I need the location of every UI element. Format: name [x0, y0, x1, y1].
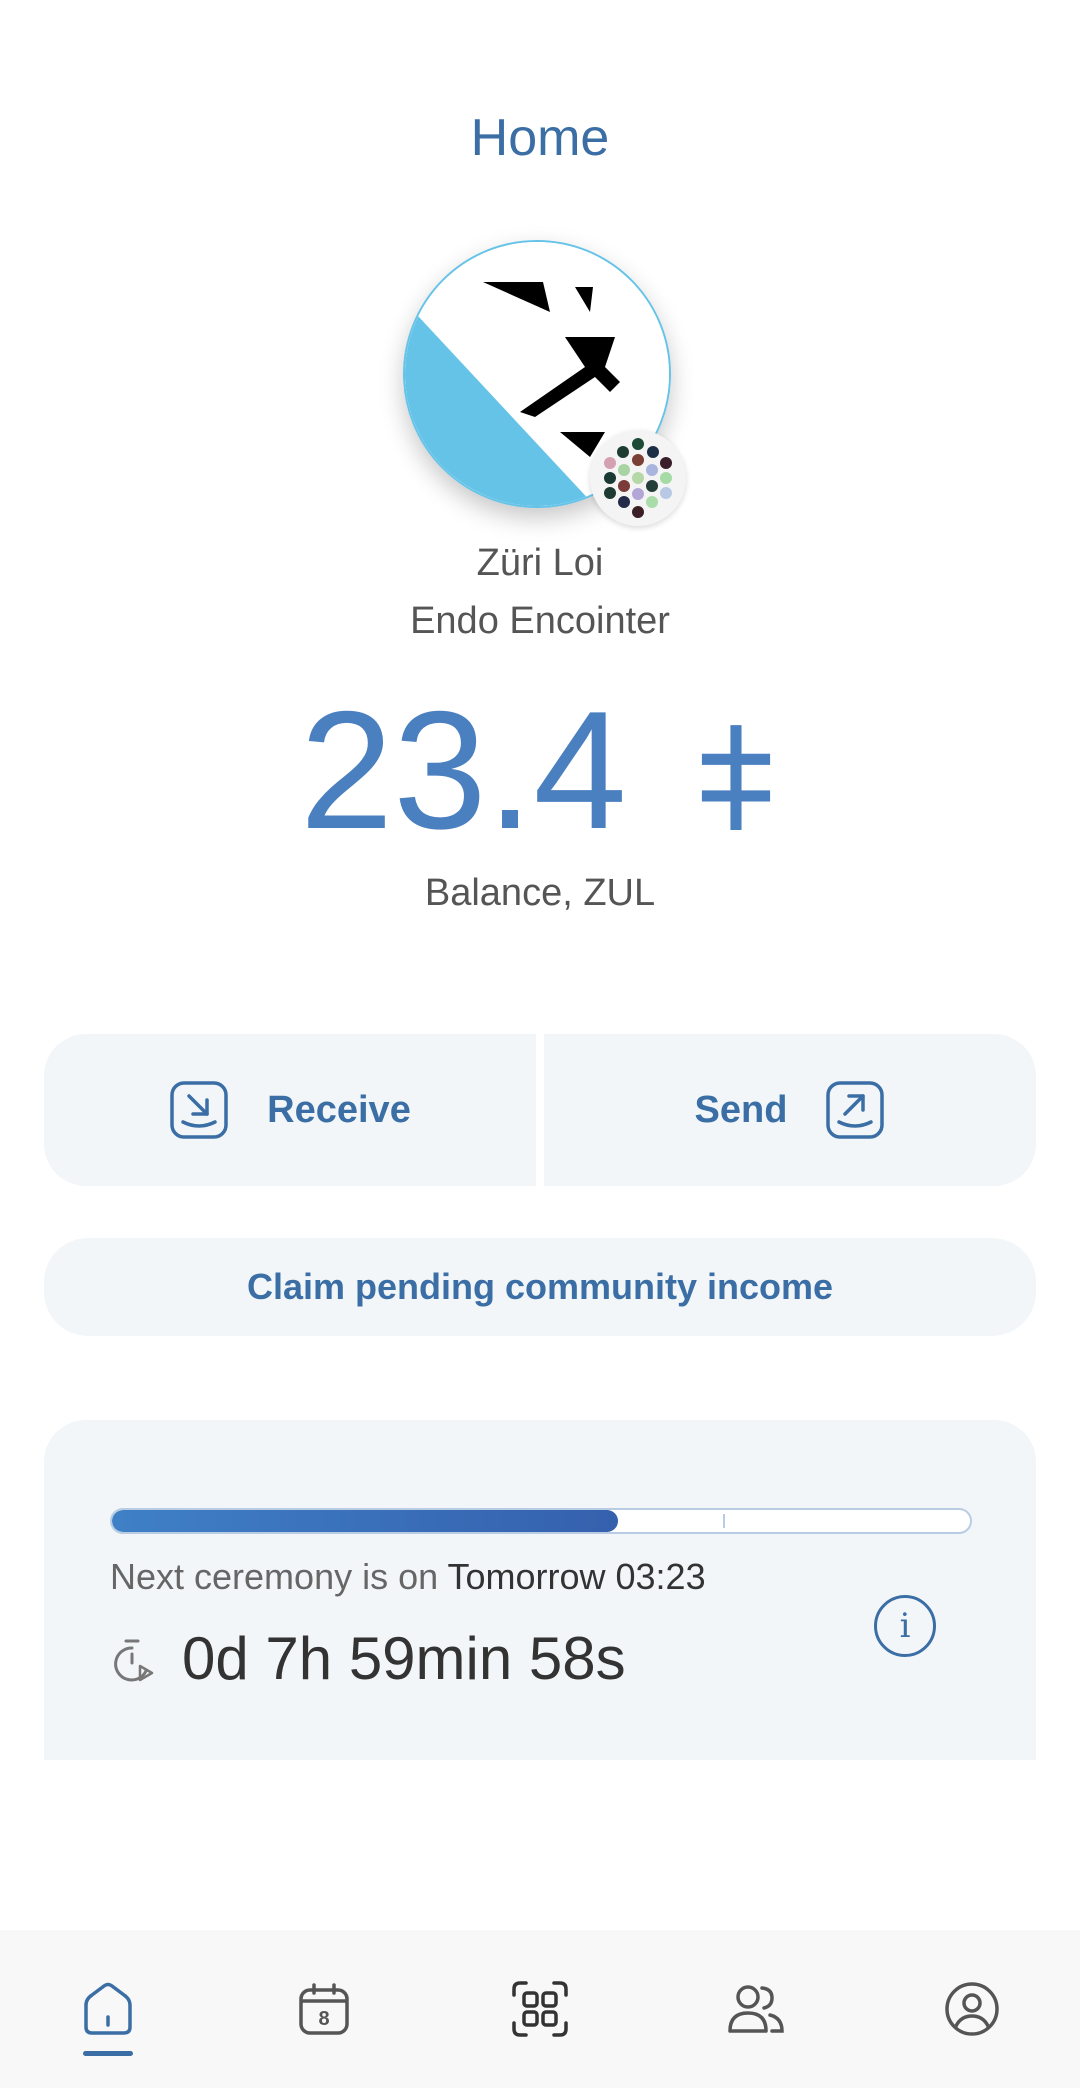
nav-calendar[interactable]: 8 — [269, 1954, 379, 2064]
send-button[interactable]: Send — [544, 1034, 1036, 1186]
nav-contacts[interactable] — [701, 1954, 811, 2064]
ceremony-countdown: 0d 7h 59min 58s — [182, 1625, 626, 1692]
receive-icon — [170, 1081, 228, 1139]
progress-tick — [723, 1514, 725, 1528]
next-ceremony-date: Tomorrow 03:23 — [447, 1556, 706, 1597]
action-bar: Receive Send — [44, 1034, 1036, 1186]
send-icon — [826, 1081, 885, 1139]
progress-fill — [112, 1510, 619, 1532]
next-ceremony-text: Next ceremony is on Tomorrow 03:23 — [110, 1556, 706, 1598]
page-title: Home — [470, 109, 610, 167]
profile-icon — [945, 1982, 999, 2036]
home-icon — [84, 1982, 132, 2035]
info-icon: i — [899, 1606, 911, 1646]
receive-button[interactable]: Receive — [44, 1034, 536, 1186]
receive-label: Receive — [267, 1088, 411, 1131]
claim-income-button[interactable]: Claim pending community income — [44, 1238, 1036, 1336]
bottom-navigation: 8 — [0, 1930, 1080, 2088]
timer-icon — [114, 1639, 154, 1682]
info-button[interactable]: i — [874, 1595, 936, 1657]
send-label: Send — [694, 1088, 788, 1131]
calendar-day: 8 — [318, 2008, 329, 2030]
qr-scan-icon — [512, 1981, 568, 2037]
nav-scan[interactable] — [485, 1954, 595, 2064]
nav-active-indicator — [83, 2051, 133, 2056]
contacts-icon — [728, 1985, 784, 2033]
next-ceremony-prefix: Next ceremony is on — [110, 1556, 448, 1597]
ceremony-progress-bar — [110, 1508, 972, 1534]
balance-amount: 23.4 ⧧ — [0, 680, 1080, 860]
account-name: Endo Encointer — [410, 600, 670, 642]
community-dots-icon — [590, 430, 686, 526]
nav-home[interactable] — [53, 1954, 163, 2064]
currency-symbol: ⧧ — [693, 676, 781, 864]
balance-value: 23.4 — [299, 676, 627, 864]
balance-label: Balance, ZUL — [424, 872, 656, 914]
nav-profile[interactable] — [917, 1954, 1027, 2064]
community-name: Züri Loi — [476, 542, 604, 584]
calendar-icon: 8 — [299, 1983, 349, 2035]
